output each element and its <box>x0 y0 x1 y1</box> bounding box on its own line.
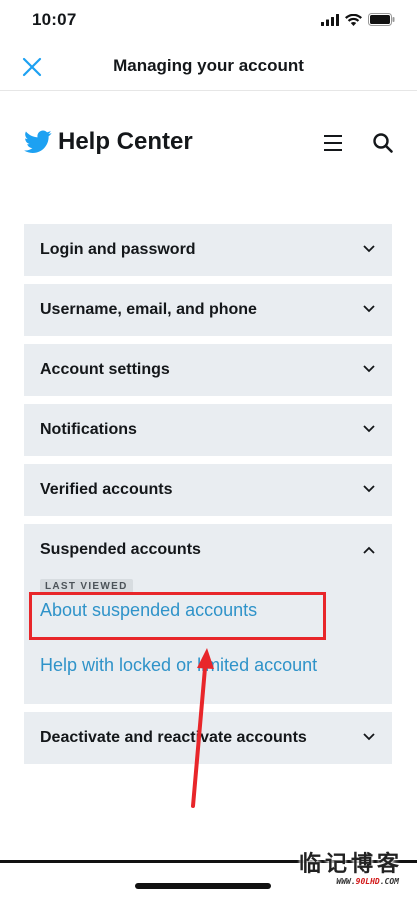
home-indicator[interactable] <box>135 883 271 889</box>
accordion-header[interactable]: Account settings <box>24 344 392 396</box>
menu-button[interactable] <box>322 133 344 153</box>
accordion-header[interactable]: Suspended accounts <box>24 524 392 576</box>
chevron-down-icon <box>363 365 375 373</box>
search-button[interactable] <box>372 132 394 154</box>
status-time: 10:07 <box>32 10 77 29</box>
accordion-label: Account settings <box>40 361 170 378</box>
accordion-header[interactable]: Notifications <box>24 404 392 456</box>
accordion-item-verified[interactable]: Verified accounts <box>24 464 392 516</box>
chevron-down-icon <box>363 305 375 313</box>
signal-icon <box>321 13 339 26</box>
accordion-header[interactable]: Login and password <box>24 224 392 276</box>
accordion-label: Username, email, and phone <box>40 301 257 318</box>
accordion-label: Deactivate and reactivate accounts <box>40 729 307 746</box>
battery-icon <box>368 13 395 26</box>
watermark-url-prefix: WWW. <box>336 877 356 886</box>
search-icon <box>373 133 393 153</box>
accordion-item-login[interactable]: Login and password <box>24 224 392 276</box>
twitter-bird-icon[interactable] <box>24 129 52 155</box>
accordion-header[interactable]: Deactivate and reactivate accounts <box>24 712 392 764</box>
status-icons <box>321 13 395 26</box>
highlight-annotation-box <box>29 592 326 640</box>
watermark-url-brand: 90LHD <box>355 877 380 886</box>
help-center-title[interactable]: Help Center <box>58 128 193 156</box>
accordion-label: Login and password <box>40 241 196 258</box>
chevron-up-icon <box>363 546 375 554</box>
watermark-url-suffix: .COM <box>379 877 399 886</box>
navigation-bar: Managing your account <box>0 42 417 91</box>
accordion-item-deactivate[interactable]: Deactivate and reactivate accounts <box>24 712 392 764</box>
watermark-url: WWW.90LHD.COM <box>336 877 399 886</box>
watermark-brand: 临记博客 <box>298 852 403 877</box>
chevron-down-icon <box>363 485 375 493</box>
page-title: Managing your account <box>113 56 304 75</box>
accordion-label: Notifications <box>40 421 137 438</box>
accordion-label: Suspended accounts <box>40 541 201 558</box>
watermark: 临记博客 WWW.90LHD.COM <box>281 846 411 898</box>
wifi-icon <box>345 13 362 26</box>
help-center-header: Help Center <box>0 120 417 170</box>
chevron-down-icon <box>363 425 375 433</box>
hamburger-menu-icon <box>324 135 342 151</box>
accordion-header[interactable]: Verified accounts <box>24 464 392 516</box>
topic-accordion: Login and password Username, email, and … <box>24 224 392 772</box>
help-locked-account-link[interactable]: Help with locked or limited account <box>40 655 392 676</box>
accordion-header[interactable]: Username, email, and phone <box>24 284 392 336</box>
last-viewed-badge: LAST VIEWED <box>40 579 133 593</box>
chevron-down-icon <box>363 733 375 741</box>
accordion-label: Verified accounts <box>40 481 173 498</box>
status-bar: 10:07 <box>0 0 417 42</box>
accordion-item-notifications[interactable]: Notifications <box>24 404 392 456</box>
accordion-item-username[interactable]: Username, email, and phone <box>24 284 392 336</box>
accordion-item-account-settings[interactable]: Account settings <box>24 344 392 396</box>
chevron-down-icon <box>363 245 375 253</box>
